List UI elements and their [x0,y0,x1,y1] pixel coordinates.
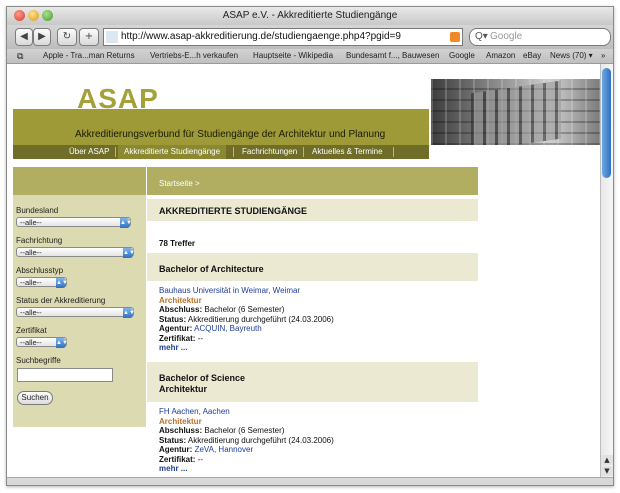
title-bar: ASAP e.V. - Akkreditierte Studiengänge [7,7,613,25]
more-link[interactable]: mehr ... [159,343,334,353]
institution-link[interactable]: FH Aachen, Aachen [159,407,334,417]
bookmark-item[interactable]: Amazon [486,49,515,63]
bookmark-item[interactable]: News (70) ▾ [550,49,593,63]
address-bar[interactable]: http://www.asap-akkreditierung.de/studie… [103,28,463,46]
scroll-down-arrow-icon[interactable]: ▼ [601,466,613,476]
result-entry: Bauhaus Universität in Weimar, Weimar Ar… [159,286,334,353]
site-logo[interactable]: ASAP [77,83,159,115]
site-tagline: Akkreditierungsverbund für Studiengänge … [75,129,386,140]
bookmark-item[interactable]: Hauptseite - Wikipedia [253,49,333,63]
address-url: http://www.asap-akkreditierung.de/studie… [121,31,401,42]
subject-label: Architektur [159,416,202,426]
forward-button[interactable]: ▶ [33,28,51,46]
header-building-photo [431,79,601,145]
bookmark-item[interactable]: Apple - Tra...man Returns [43,49,135,63]
scrollbar-thumb[interactable] [602,68,611,178]
nav-item-akkreditierte-studiengaenge[interactable]: Akkreditierte Studiengänge [118,145,227,159]
back-button[interactable]: ◀ [15,28,33,46]
more-link[interactable]: mehr ... [159,464,334,474]
more-bookmarks-chevron-icon[interactable]: » [601,49,605,63]
group-title: Bachelor of Architecture [159,264,264,274]
group-subtitle: Architektur [159,384,208,394]
reload-button[interactable]: ↻ [57,28,77,46]
filter-label-zertifikat: Zertifikat [16,326,47,335]
zertifikat-select[interactable]: --alle-- ▲▼ [16,337,68,348]
dropdown-arrow-icon: ▲▼ [123,308,135,318]
result-count: 78 Treffer [159,239,196,248]
magnifier-icon: Q▾ [475,31,488,42]
bundesland-select[interactable]: --alle-- ▲▼ [16,217,132,228]
breadcrumb[interactable]: Startseite > [159,179,200,188]
scroll-up-arrow-icon[interactable]: ▲ [601,455,613,465]
nav-item-fachrichtungen[interactable]: Fachrichtungen [236,145,303,159]
dropdown-arrow-icon: ▲▼ [56,278,68,288]
fachrichtung-select[interactable]: --alle-- ▲▼ [16,247,135,258]
web-page: ASAP Akkreditierungsverbund für Studieng… [7,64,601,477]
page-title: AKKREDITIERTE STUDIENGÄNGE [159,206,308,216]
subject-label: Architektur [159,295,202,305]
dropdown-arrow-icon: ▲▼ [120,218,132,228]
search-terms-label: Suchbegriffe [16,356,61,365]
bookmark-item[interactable]: eBay [523,49,541,63]
bookmark-item[interactable]: Vertriebs-E...h verkaufen [150,49,238,63]
nav-item-ueber-asap[interactable]: Über ASAP [63,145,115,159]
result-entry: FH Aachen, Aachen Architektur Abschluss:… [159,407,334,474]
search-terms-input[interactable] [17,368,113,382]
filter-label-status: Status der Akkreditierung [16,296,106,305]
browser-window: ASAP e.V. - Akkreditierte Studiengänge ◀… [6,6,614,486]
status-bar [7,477,613,485]
window-title: ASAP e.V. - Akkreditierte Studiengänge [222,10,398,21]
group-title: Bachelor of Science [159,373,246,383]
site-favicon [106,31,118,43]
institution-link[interactable]: Bauhaus Universität in Weimar, Weimar [159,286,334,296]
vertical-scrollbar[interactable]: ▲ ▼ [600,64,613,477]
filter-label-bundesland: Bundesland [16,206,59,215]
abschlusstyp-select[interactable]: --alle-- ▲▼ [16,277,68,288]
browser-toolbar: ◀ ▶ ↻ + http://www.asap-akkreditierung.d… [7,25,613,49]
sidebar-header [13,167,146,195]
bookmarks-bar: ⧉ Apple - Tra...man Returns Vertriebs-E.… [7,49,613,64]
nav-item-aktuelles-termine[interactable]: Aktuelles & Termine [306,145,389,159]
search-placeholder: Google [490,31,523,42]
suchen-button[interactable]: Suchen [17,391,53,405]
open-book-icon[interactable]: ⧉ [17,49,23,63]
filter-label-fachrichtung: Fachrichtung [16,236,63,245]
search-field[interactable]: Q▾ Google [469,28,611,46]
agency-link[interactable]: ZeVA, Hannover [195,445,254,454]
bookmark-item[interactable]: Google [449,49,475,63]
dropdown-arrow-icon: ▲▼ [123,248,135,258]
add-bookmark-button[interactable]: + [79,28,99,46]
rss-feed-icon[interactable] [450,32,460,42]
status-select[interactable]: --alle-- ▲▼ [16,307,135,318]
filter-label-abschlusstyp: Abschlusstyp [16,266,64,275]
agency-link[interactable]: ACQUIN, Bayreuth [194,324,262,333]
dropdown-arrow-icon: ▲▼ [56,338,68,348]
bookmark-item[interactable]: Bundesamt f..., Bauwesen [346,49,439,63]
